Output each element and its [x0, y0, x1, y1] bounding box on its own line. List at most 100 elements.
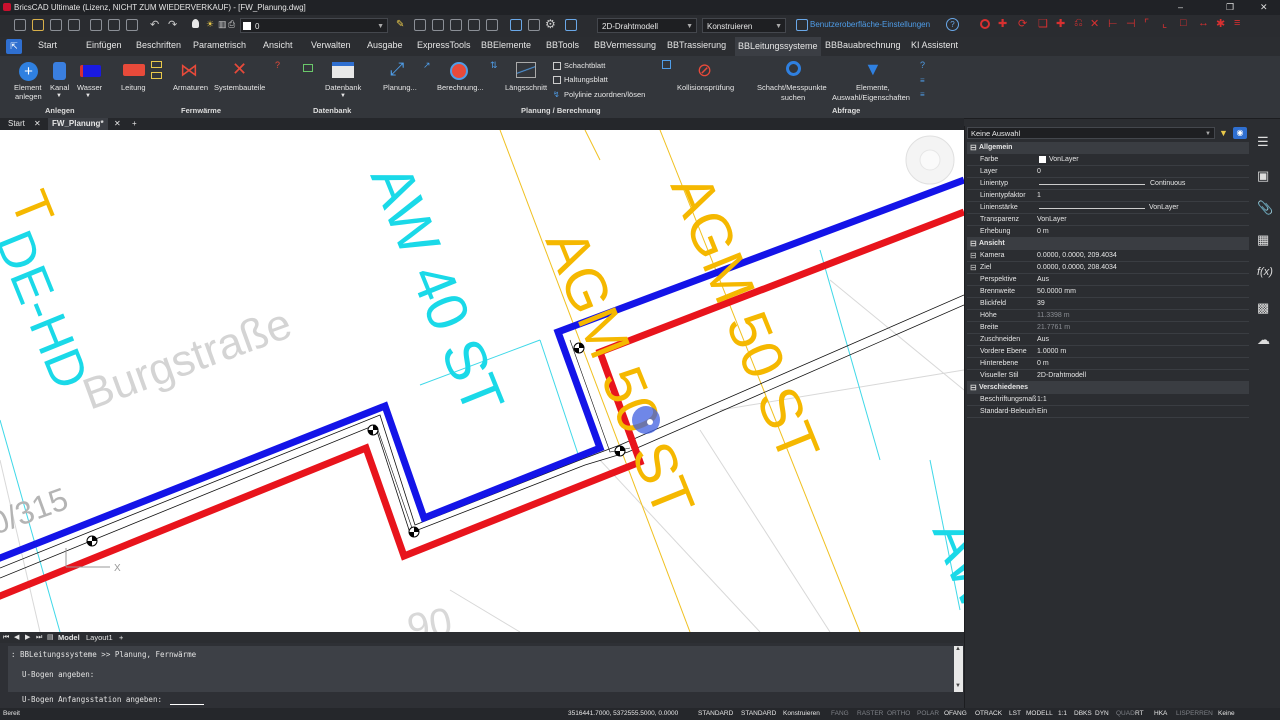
status-toggle[interactable]: 1:1	[1058, 708, 1067, 720]
leitung-button[interactable]: Leitung	[121, 83, 146, 92]
property-value[interactable]: 0.0000, 0.0000, 209.4034	[1037, 250, 1117, 262]
question-blue-icon[interactable]: ?	[920, 60, 925, 70]
property-value[interactable]: 1	[1037, 190, 1041, 202]
wasser-button[interactable]: Wasser	[77, 83, 102, 92]
layer-isolate-icon[interactable]	[450, 19, 462, 31]
layer-select[interactable]: 0 ▼	[240, 18, 388, 33]
collision-small-icon[interactable]	[662, 60, 671, 69]
stop-icon[interactable]	[980, 19, 990, 29]
system-parts-icon[interactable]: ✕	[232, 60, 247, 78]
ribbon-tab[interactable]: Start	[38, 40, 57, 50]
property-value[interactable]: VonLayer	[1049, 154, 1079, 166]
fitting-marker[interactable]	[86, 535, 98, 547]
ribbon-tab[interactable]: Einfügen	[86, 40, 122, 50]
settings-gear-icon[interactable]: ⚙	[545, 17, 556, 31]
status-toggle[interactable]: FANG	[831, 708, 849, 720]
property-row[interactable]: Layer 0	[967, 166, 1249, 178]
fillet-icon[interactable]: ⌜	[1144, 17, 1149, 30]
stretch-icon[interactable]: ↔	[1198, 17, 1209, 29]
question-red-icon[interactable]: ?	[275, 60, 280, 70]
ribbon-tab[interactable]: BBLeitungssysteme	[735, 37, 821, 56]
property-row[interactable]: Beschriftungsmaßstab1:1	[967, 394, 1249, 406]
property-value[interactable]: VonLayer	[1037, 214, 1067, 226]
expand-icon[interactable]: ⊟	[970, 382, 977, 394]
fitting-marker[interactable]	[408, 526, 420, 538]
property-value[interactable]: 11.3398 m	[1037, 310, 1070, 322]
property-value[interactable]: 50.0000 mm	[1037, 286, 1076, 298]
property-value[interactable]: Aus	[1037, 334, 1049, 346]
ribbon-tab[interactable]: KI Assistent	[911, 40, 958, 50]
copy-icon[interactable]: ❑	[1038, 17, 1048, 30]
filter-icon[interactable]: ▼	[864, 60, 882, 78]
property-value[interactable]: 0	[1037, 166, 1041, 178]
redo-icon[interactable]: ↷	[168, 18, 177, 31]
list-blue-icon[interactable]: ≡	[920, 76, 925, 85]
element-anlegen-label-1[interactable]: Element	[14, 83, 42, 92]
berechnung-button[interactable]: Berechnung...	[437, 83, 484, 92]
property-row[interactable]: ⊟ Ziel 0.0000, 0.0000, 208.4034	[967, 262, 1249, 274]
move-icon[interactable]: ✚	[998, 17, 1007, 30]
ribbon-tab[interactable]: ExpressTools	[417, 40, 471, 50]
pipe-small2-icon[interactable]	[151, 72, 162, 79]
haltungsblatt-icon[interactable]	[553, 76, 561, 84]
datenbank-dropdown-icon[interactable]: ▼	[340, 92, 346, 101]
property-row[interactable]: Linienstärke VonLayer	[967, 202, 1249, 214]
channel-icon[interactable]	[53, 62, 66, 80]
ribbon-tab[interactable]: BBVermessung	[594, 40, 656, 50]
scale-icon[interactable]: □	[1180, 17, 1187, 29]
kanal-dropdown-icon[interactable]: ▼	[56, 92, 62, 101]
property-row[interactable]: Erhebung 0 m	[967, 226, 1249, 238]
layer-sun-icon[interactable]: ☀	[206, 19, 214, 30]
wasser-dropdown-icon[interactable]: ▼	[85, 92, 91, 101]
status-toggle[interactable]: LISPERREN	[1176, 708, 1213, 720]
calc-icon[interactable]	[528, 19, 540, 31]
property-row[interactable]: Perspektive Aus	[967, 274, 1249, 286]
ui-settings-icon[interactable]	[796, 19, 808, 31]
armaturen-button[interactable]: Armaturen	[173, 83, 208, 92]
status-toggle[interactable]: QUAD	[1116, 708, 1135, 720]
expand-icon[interactable]: ⊟	[970, 250, 977, 262]
haltungsblatt-button[interactable]: Haltungsblatt	[564, 75, 608, 84]
layer-bulb-icon[interactable]	[192, 19, 199, 28]
kanal-button[interactable]: Kanal	[50, 83, 69, 92]
workspace-select[interactable]: Konstruieren ▼	[702, 18, 786, 33]
expand-icon[interactable]: ⊟	[970, 238, 977, 250]
property-row[interactable]: Breite 21.7761 m	[967, 322, 1249, 334]
ribbon-tab[interactable]: BBBauabrechnung	[825, 40, 901, 50]
app-menu-icon[interactable]: ⇱	[6, 39, 22, 54]
property-row[interactable]: Farbe VonLayer	[967, 154, 1249, 166]
property-row[interactable]: Transparenz VonLayer	[967, 214, 1249, 226]
ribbon-tab[interactable]: Parametrisch	[193, 40, 246, 50]
db-small-icon[interactable]	[303, 64, 313, 72]
close-button[interactable]: ✕	[1260, 0, 1268, 15]
database-icon[interactable]	[332, 62, 354, 78]
cloud-panel-icon[interactable]: ☁	[1257, 332, 1273, 348]
restore-button[interactable]: ❐	[1226, 0, 1234, 15]
match-layer-icon[interactable]: ✎	[396, 19, 404, 30]
visual-style-icon[interactable]	[565, 19, 577, 31]
element-anlegen-label-2[interactable]: anlegen	[15, 92, 42, 101]
parameters-panel-icon[interactable]: f(x)	[1257, 266, 1273, 282]
property-value[interactable]: 0 m	[1037, 226, 1049, 238]
properties-panel-icon[interactable]: ☰	[1257, 134, 1273, 150]
undo-icon[interactable]: ↶	[150, 18, 159, 31]
longitudinal-section-icon[interactable]	[516, 62, 536, 78]
ribbon-tab[interactable]: Ansicht	[263, 40, 293, 50]
property-row[interactable]: ⊟ Kamera 0.0000, 0.0000, 209.4034	[967, 250, 1249, 262]
ribbon-tab[interactable]: Ausgabe	[367, 40, 403, 50]
status-toggle[interactable]: LST	[1009, 708, 1021, 720]
status-toggle[interactable]: OFANG	[944, 708, 967, 720]
property-value[interactable]: 39	[1037, 298, 1045, 310]
property-category-allgemein[interactable]: ⊟ Allgemein	[967, 142, 1249, 154]
layer-plot-icon[interactable]: ⎙	[228, 19, 235, 30]
extend-icon[interactable]: ⊣	[1126, 17, 1136, 30]
property-row[interactable]: Visueller Stil 2D-Drahtmodell	[967, 370, 1249, 382]
next-layout-icon[interactable]: ▶	[25, 632, 30, 643]
status-toggle[interactable]: STANDARD	[698, 708, 733, 720]
minimize-button[interactable]: –	[1178, 0, 1183, 15]
scroll-up-icon[interactable]: ▲	[955, 646, 961, 652]
save-as-icon[interactable]	[68, 19, 80, 31]
property-value[interactable]: 1.0000 m	[1037, 346, 1066, 358]
expand-icon[interactable]: ⊟	[970, 142, 977, 154]
mirror-icon[interactable]: ⎌	[1074, 17, 1083, 30]
